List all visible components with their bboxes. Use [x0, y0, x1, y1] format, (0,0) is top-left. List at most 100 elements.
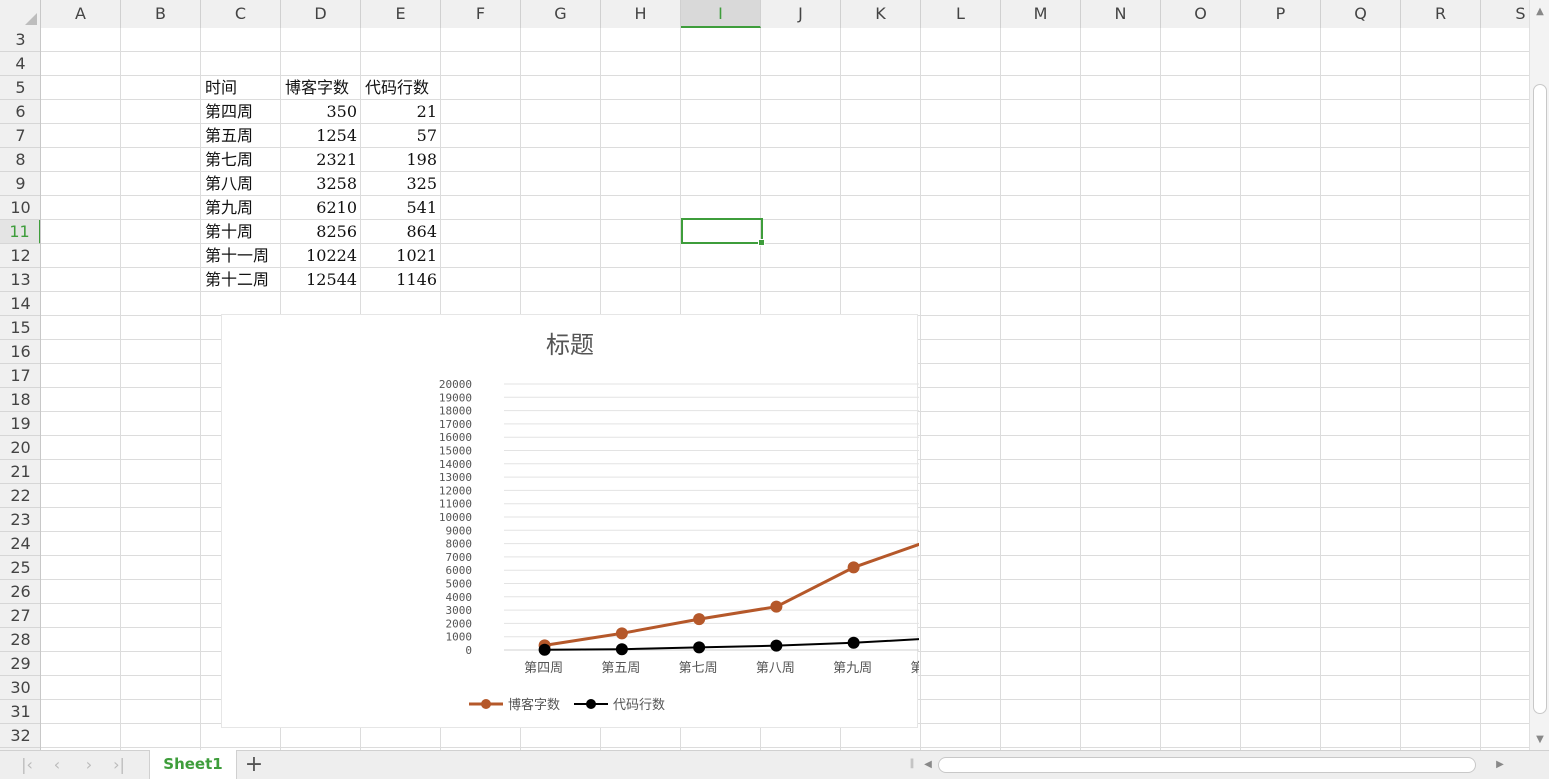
table-cell[interactable]: 3258	[285, 172, 357, 196]
row-header-8[interactable]: 8	[0, 148, 40, 172]
row-header-28[interactable]: 28	[0, 628, 40, 652]
series-line-0[interactable]	[544, 481, 1086, 647]
table-cell[interactable]: 8256	[285, 220, 357, 244]
table-cell[interactable]: 第十一周	[205, 244, 281, 268]
column-header-A[interactable]: A	[41, 0, 121, 28]
scroll-down-arrow-icon[interactable]: ▼	[1530, 734, 1549, 745]
prev-sheet-icon[interactable]: ‹	[44, 754, 70, 776]
row-header-18[interactable]: 18	[0, 388, 40, 412]
table-header-cell[interactable]: 时间	[205, 76, 281, 100]
table-cell[interactable]: 第七周	[205, 148, 281, 172]
row-header-15[interactable]: 15	[0, 316, 40, 340]
table-cell[interactable]: 6210	[285, 196, 357, 220]
table-cell[interactable]: 1254	[285, 124, 357, 148]
row-header-3[interactable]: 3	[0, 28, 40, 52]
column-header-D[interactable]: D	[281, 0, 361, 28]
table-header-cell[interactable]: 博客字数	[285, 76, 361, 100]
table-cell[interactable]: 57	[365, 124, 437, 148]
row-header-10[interactable]: 10	[0, 196, 40, 220]
column-header-K[interactable]: K	[841, 0, 921, 28]
row-header-30[interactable]: 30	[0, 676, 40, 700]
column-header-N[interactable]: N	[1081, 0, 1161, 28]
column-header-L[interactable]: L	[921, 0, 1001, 28]
table-cell[interactable]: 1146	[365, 268, 437, 292]
table-cell[interactable]: 198	[365, 148, 437, 172]
column-header-F[interactable]: F	[441, 0, 521, 28]
column-header-B[interactable]: B	[121, 0, 201, 28]
table-cell[interactable]: 第十周	[205, 220, 281, 244]
fill-handle[interactable]	[758, 239, 765, 246]
column-header-E[interactable]: E	[361, 0, 441, 28]
table-cell[interactable]: 2321	[285, 148, 357, 172]
column-header-I[interactable]: I	[681, 0, 761, 28]
vertical-scrollbar[interactable]: ▲ ▼	[1529, 0, 1549, 750]
table-cell[interactable]: 第四周	[205, 100, 281, 124]
add-sheet-button[interactable]: +	[242, 751, 266, 779]
data-point[interactable]	[770, 639, 783, 652]
table-cell[interactable]: 1021	[365, 244, 437, 268]
table-cell[interactable]: 12544	[285, 268, 357, 292]
row-header-21[interactable]: 21	[0, 460, 40, 484]
row-header-13[interactable]: 13	[0, 268, 40, 292]
sheet-tab-sheet1[interactable]: Sheet1	[149, 750, 237, 779]
last-sheet-icon[interactable]: ›|	[106, 754, 132, 776]
column-header-G[interactable]: G	[521, 0, 601, 28]
scroll-up-arrow-icon[interactable]: ▲	[1530, 6, 1549, 17]
data-point[interactable]	[693, 613, 706, 626]
data-point[interactable]	[615, 643, 628, 656]
table-cell[interactable]: 第十二周	[205, 268, 281, 292]
column-header-Q[interactable]: Q	[1321, 0, 1401, 28]
row-header-4[interactable]: 4	[0, 52, 40, 76]
row-header-29[interactable]: 29	[0, 652, 40, 676]
horizontal-scrollbar[interactable]: ‖ ◀ ▶	[910, 754, 1518, 776]
data-point[interactable]	[770, 600, 783, 613]
row-header-23[interactable]: 23	[0, 508, 40, 532]
table-cell[interactable]: 21	[365, 100, 437, 124]
column-header-O[interactable]: O	[1161, 0, 1241, 28]
scroll-left-arrow-icon[interactable]: ◀	[918, 759, 938, 770]
column-header-R[interactable]: R	[1401, 0, 1481, 28]
table-cell[interactable]: 864	[365, 220, 437, 244]
column-header-H[interactable]: H	[601, 0, 681, 28]
column-header-M[interactable]: M	[1001, 0, 1081, 28]
row-header-19[interactable]: 19	[0, 412, 40, 436]
data-point[interactable]	[847, 636, 860, 649]
table-cell[interactable]: 350	[285, 100, 357, 124]
table-cell[interactable]: 第五周	[205, 124, 281, 148]
data-point[interactable]	[693, 641, 706, 654]
row-header-6[interactable]: 6	[0, 100, 40, 124]
column-header-P[interactable]: P	[1241, 0, 1321, 28]
row-header-32[interactable]: 32	[0, 724, 40, 748]
data-point[interactable]	[847, 561, 860, 574]
row-header-24[interactable]: 24	[0, 532, 40, 556]
vertical-scroll-thumb[interactable]	[1533, 84, 1547, 714]
row-header-5[interactable]: 5	[0, 76, 40, 100]
data-point[interactable]	[538, 643, 551, 656]
column-header-C[interactable]: C	[201, 0, 281, 28]
row-header-16[interactable]: 16	[0, 340, 40, 364]
table-header-cell[interactable]: 代码行数	[365, 76, 441, 100]
column-header-J[interactable]: J	[761, 0, 841, 28]
data-point[interactable]	[615, 627, 628, 640]
table-cell[interactable]: 10224	[285, 244, 357, 268]
row-header-17[interactable]: 17	[0, 364, 40, 388]
row-header-26[interactable]: 26	[0, 580, 40, 604]
row-header-12[interactable]: 12	[0, 244, 40, 268]
select-all-corner[interactable]	[0, 0, 41, 28]
row-header-9[interactable]: 9	[0, 172, 40, 196]
row-header-20[interactable]: 20	[0, 436, 40, 460]
column-header-S[interactable]: S	[1481, 0, 1529, 28]
row-header-27[interactable]: 27	[0, 604, 40, 628]
horizontal-scroll-thumb[interactable]	[938, 757, 1476, 773]
table-cell[interactable]: 第八周	[205, 172, 281, 196]
row-header-22[interactable]: 22	[0, 484, 40, 508]
next-sheet-icon[interactable]: ›	[76, 754, 102, 776]
row-header-25[interactable]: 25	[0, 556, 40, 580]
scroll-right-arrow-icon[interactable]: ▶	[1490, 759, 1510, 770]
row-header-31[interactable]: 31	[0, 700, 40, 724]
row-header-11[interactable]: 11	[0, 220, 40, 244]
selected-cell-I11[interactable]	[681, 218, 765, 246]
row-header-7[interactable]: 7	[0, 124, 40, 148]
first-sheet-icon[interactable]: |‹	[14, 754, 40, 776]
line-chart[interactable]: 0 1000 2000 3000 4000 5000 6000 7000 8000 9000 100…	[221, 314, 1122, 728]
